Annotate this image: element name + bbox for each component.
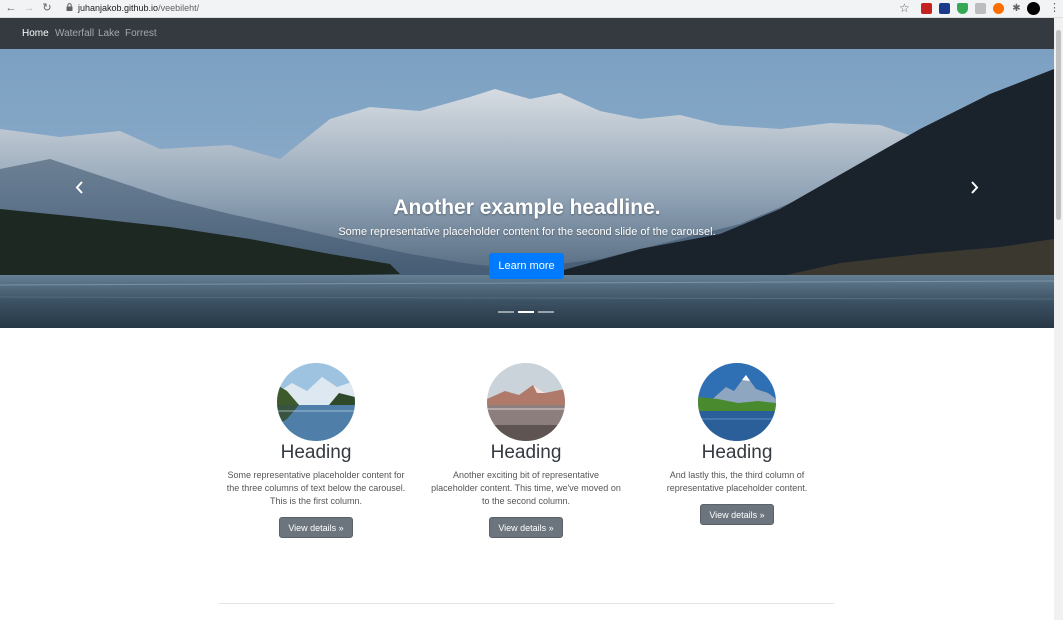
id-extension-icon[interactable]: [939, 3, 950, 14]
column-3-heading: Heading: [701, 442, 773, 463]
carousel-indicator-3[interactable]: [538, 311, 554, 313]
carousel-prev-button[interactable]: [69, 177, 89, 197]
grey-extension-icon[interactable]: [975, 3, 986, 14]
carousel-mountain-image: [0, 49, 1054, 328]
nav-home[interactable]: Home: [22, 27, 49, 40]
bookmark-star-icon[interactable]: ☆: [899, 0, 910, 16]
chevron-right-icon: [970, 180, 978, 194]
shield-extension-icon[interactable]: [957, 3, 968, 14]
column-1-view-details-button[interactable]: View details »: [279, 517, 353, 538]
carousel-caption: Another example headline. Some represent…: [227, 195, 827, 240]
chevron-left-icon: [75, 180, 83, 194]
column-1-text: Some representative placeholder content …: [226, 470, 406, 506]
pdf-extension-icon[interactable]: [921, 3, 932, 14]
column-2-lake-image: [487, 363, 565, 441]
learn-more-button[interactable]: Learn more: [489, 253, 564, 279]
hero-carousel: Another example headline. Some represent…: [0, 49, 1054, 328]
carousel-next-button[interactable]: [964, 177, 984, 197]
url-path: /veebileht/: [158, 3, 200, 13]
address-bar[interactable]: juhanjakob.github.io/veebileht/: [78, 2, 199, 15]
orange-extension-icon[interactable]: [993, 3, 1004, 14]
browser-toolbar: ← → ↻ juhanjakob.github.io/veebileht/ ☆ …: [0, 0, 1063, 18]
featurette-divider: [219, 603, 834, 604]
marketing-column-3: Heading And lastly this, the third colum…: [632, 363, 842, 525]
forward-icon[interactable]: →: [22, 1, 36, 16]
nav-forrest[interactable]: Forrest: [125, 27, 157, 40]
marketing-column-2: Heading Another exciting bit of represen…: [421, 363, 631, 538]
column-1-heading: Heading: [280, 442, 352, 463]
column-3-lake-image: [698, 363, 776, 441]
carousel-indicator-2[interactable]: [518, 311, 534, 313]
carousel-headline: Another example headline.: [393, 196, 661, 219]
column-3-text: And lastly this, the third column of rep…: [666, 470, 808, 493]
page-scrollbar[interactable]: [1054, 18, 1063, 620]
puzzle-extensions-icon[interactable]: ✱: [1011, 3, 1022, 14]
back-icon[interactable]: ←: [4, 1, 18, 16]
column-1-lake-image: [277, 363, 355, 441]
carousel-text: Some representative placeholder content …: [338, 226, 716, 238]
nav-lake[interactable]: Lake: [98, 27, 120, 40]
marketing-column-1: Heading Some representative placeholder …: [211, 363, 421, 538]
carousel-indicator-1[interactable]: [498, 311, 514, 313]
column-2-text: Another exciting bit of representative p…: [431, 470, 621, 506]
scrollbar-thumb[interactable]: [1056, 30, 1061, 220]
url-domain: juhanjakob.github.io: [78, 3, 159, 13]
lock-icon: [66, 3, 73, 11]
column-2-view-details-button[interactable]: View details »: [489, 517, 563, 538]
profile-avatar[interactable]: [1027, 2, 1040, 15]
column-3-view-details-button[interactable]: View details »: [700, 504, 774, 525]
top-navbar: Home Waterfall Lake Forrest: [0, 18, 1054, 49]
menu-kebab-icon[interactable]: ⋮: [1049, 1, 1060, 16]
nav-waterfall[interactable]: Waterfall: [55, 27, 94, 40]
reload-icon[interactable]: ↻: [40, 1, 54, 16]
column-2-heading: Heading: [490, 442, 562, 463]
